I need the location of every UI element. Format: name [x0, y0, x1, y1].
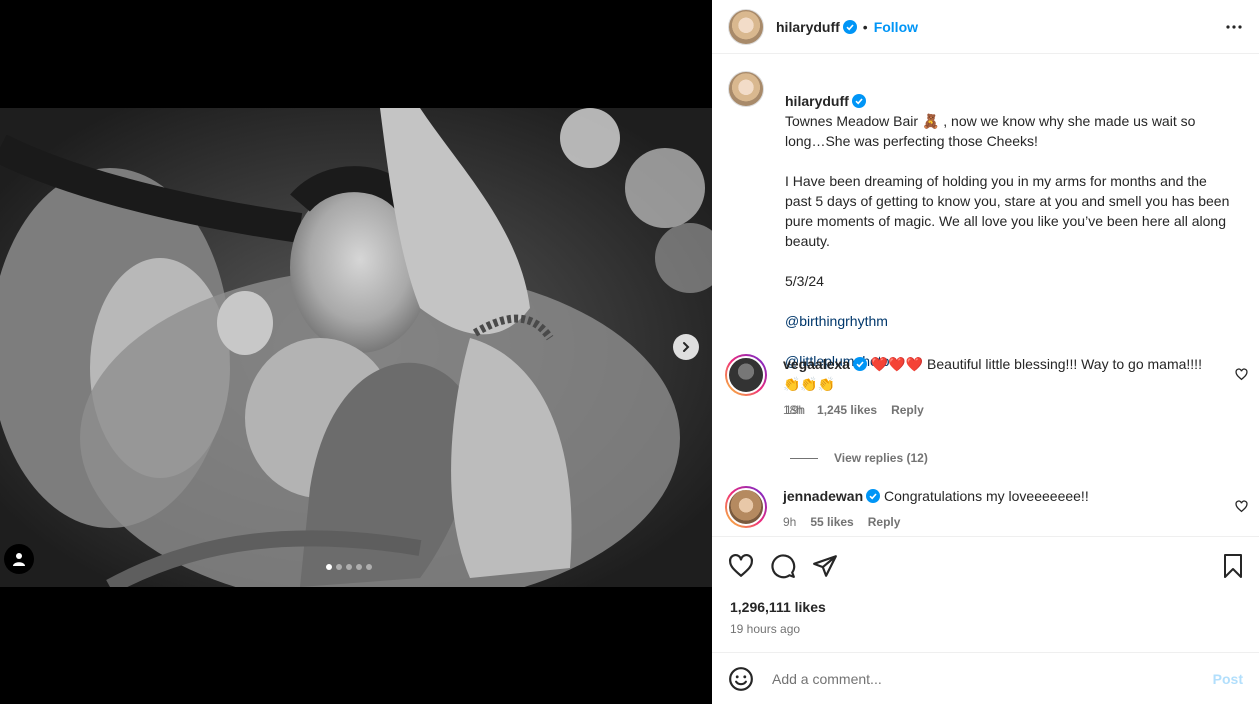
- post-photo[interactable]: [0, 108, 712, 587]
- view-replies-button[interactable]: View replies (12): [790, 451, 928, 465]
- author-username[interactable]: hilaryduff: [776, 19, 840, 35]
- share-icon: [813, 555, 837, 577]
- story-ring[interactable]: [725, 354, 767, 396]
- comment-time[interactable]: 18h: [783, 400, 803, 420]
- like-count[interactable]: 1,296,111 likes: [730, 599, 826, 615]
- action-icons: [728, 553, 838, 582]
- caption-avatar[interactable]: [728, 71, 764, 107]
- next-image-button[interactable]: [673, 334, 699, 360]
- replies-divider: [790, 457, 818, 459]
- more-icon[interactable]: [1225, 18, 1243, 36]
- comment-meta: 9h 55 likes Reply: [783, 512, 1213, 532]
- commenter-username[interactable]: jennadewan: [783, 488, 863, 504]
- reply-button[interactable]: Reply: [891, 400, 924, 420]
- carousel-dot: [356, 564, 362, 570]
- carousel-dot: [336, 564, 342, 570]
- separator-dot: •: [862, 18, 868, 35]
- post-header: hilaryduff • Follow: [712, 0, 1259, 54]
- newborn-photo-illustration: [0, 108, 712, 587]
- emoji-icon[interactable]: [728, 666, 754, 692]
- comments-section[interactable]: hilaryduff Townes Meadow Bair 🧸 , now we…: [712, 55, 1259, 536]
- carousel-dot: [366, 564, 372, 570]
- like-button[interactable]: [728, 553, 754, 582]
- save-button[interactable]: [1221, 553, 1245, 582]
- chevron-right-icon: [683, 342, 690, 352]
- tagged-users-button[interactable]: [4, 544, 34, 574]
- bookmark-icon: [1224, 554, 1242, 578]
- mention-link[interactable]: @birthingrhythm: [785, 311, 1235, 331]
- action-bar: 1,296,111 likes 19 hours ago: [712, 536, 1259, 652]
- comment-likes[interactable]: 1,245 likes: [817, 400, 877, 420]
- comment-icon: [771, 554, 796, 579]
- comment-body: jennadewan Congratulations my loveeeeeee…: [783, 486, 1213, 532]
- share-button[interactable]: [812, 553, 838, 582]
- media-panel: [0, 0, 712, 704]
- post-sidebar: hilaryduff • Follow hilaryduff Townes Me…: [712, 0, 1259, 704]
- comment-item: jennadewan Congratulations my loveeeeeee…: [725, 486, 1248, 532]
- comment-meta: 18h 1,245 likes Reply: [783, 400, 1213, 420]
- commenter-avatar: [727, 356, 765, 394]
- verified-icon: [866, 489, 881, 503]
- comment-time[interactable]: 9h: [783, 512, 796, 532]
- caption-text: Townes Meadow Bair 🧸 , now we know why s…: [785, 113, 1230, 289]
- carousel-dot: [326, 564, 332, 570]
- add-comment-bar: Post: [712, 652, 1259, 704]
- author-avatar[interactable]: [728, 8, 764, 45]
- post-time[interactable]: 19 hours ago: [730, 622, 800, 636]
- heart-icon: [729, 553, 753, 577]
- carousel-dot: [346, 564, 352, 570]
- comment-text: Congratulations my loveeeeeee!!: [884, 488, 1089, 504]
- user-tag-icon: [13, 553, 25, 566]
- commenter-avatar: [727, 488, 765, 526]
- reply-button[interactable]: Reply: [868, 512, 901, 532]
- verified-icon: [842, 19, 857, 34]
- caption-username[interactable]: hilaryduff: [785, 93, 849, 109]
- follow-button[interactable]: Follow: [874, 19, 918, 35]
- carousel-indicator: [326, 564, 372, 570]
- verified-icon: [852, 357, 867, 371]
- post-comment-button[interactable]: Post: [1213, 671, 1243, 687]
- comment-button[interactable]: [770, 553, 796, 582]
- commenter-username[interactable]: vegaalexa: [783, 356, 850, 372]
- view-replies-label: View replies (12): [834, 451, 928, 465]
- comment-item: vegaalexa ❤️❤️❤️ Beautiful little blessi…: [725, 354, 1248, 420]
- verified-icon: [851, 94, 866, 108]
- comment-likes[interactable]: 55 likes: [810, 512, 853, 532]
- comment-body: vegaalexa ❤️❤️❤️ Beautiful little blessi…: [783, 354, 1213, 420]
- heart-icon[interactable]: [1235, 500, 1248, 513]
- heart-icon[interactable]: [1235, 368, 1248, 381]
- story-ring[interactable]: [725, 486, 767, 528]
- comment-input[interactable]: [772, 670, 1182, 687]
